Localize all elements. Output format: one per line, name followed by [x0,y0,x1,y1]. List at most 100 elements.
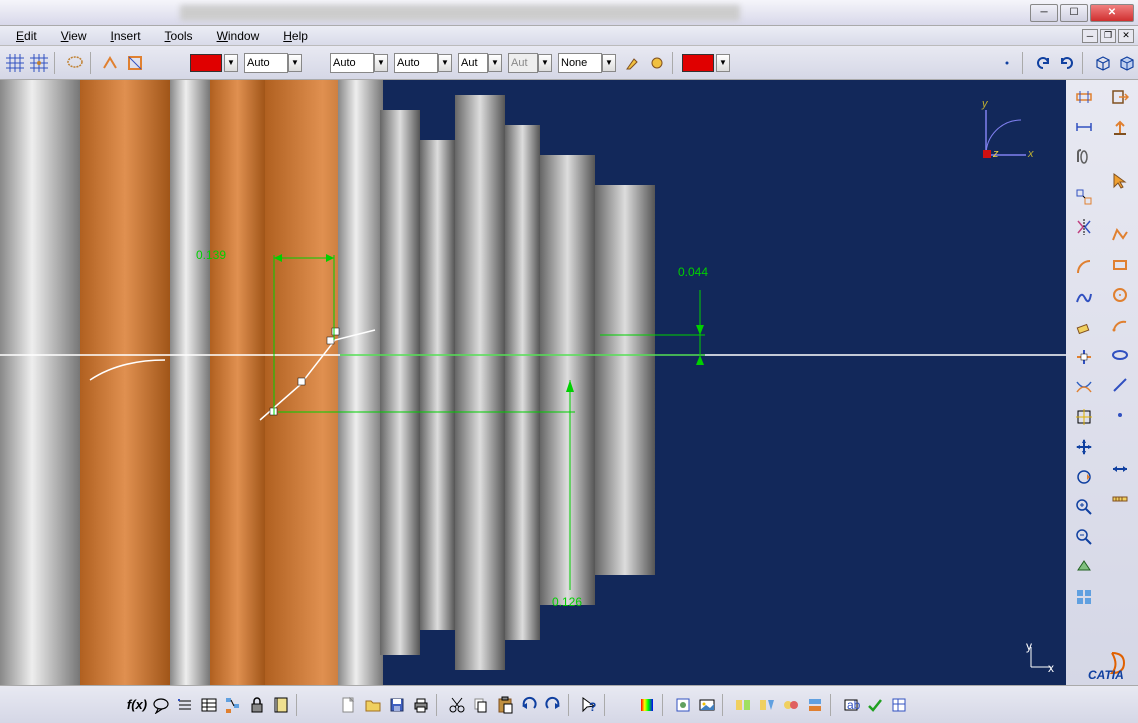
constraint-icon[interactable] [1071,84,1097,110]
dropdown-arrow-icon[interactable]: ▼ [716,54,730,72]
combo-input-3[interactable] [394,53,438,73]
combo-aut-5[interactable]: ▼ [508,53,552,73]
ellipse-icon[interactable] [1107,342,1133,368]
sheet-icon[interactable] [270,694,292,716]
help-icon[interactable]: ? [578,694,600,716]
doc-close-button[interactable]: ✕ [1118,29,1134,43]
redo2-icon[interactable] [542,694,564,716]
minimize-button[interactable]: ─ [1030,4,1058,22]
list-icon[interactable] [174,694,196,716]
tree-icon[interactable] [222,694,244,716]
dimension-icon[interactable] [1071,114,1097,140]
dropdown-arrow-icon[interactable]: ▼ [438,54,452,72]
symmetry-icon[interactable] [1071,214,1097,240]
point-icon[interactable] [996,52,1018,74]
measure-icon[interactable] [1107,486,1133,512]
menu-help[interactable]: Help [271,27,320,45]
dropdown-arrow-icon[interactable]: ▼ [538,54,552,72]
fx-icon[interactable]: f(x) [126,694,148,716]
save-icon[interactable] [386,694,408,716]
normal-view-icon[interactable] [1071,554,1097,580]
filter-1-icon[interactable] [732,694,754,716]
doc-minimize-button[interactable]: ─ [1082,29,1098,43]
undo-icon[interactable] [1032,52,1054,74]
zoom-in-icon[interactable] [1071,494,1097,520]
grid-snap-icon[interactable] [28,52,50,74]
table-icon[interactable] [198,694,220,716]
catalog-icon[interactable] [672,694,694,716]
dropdown-arrow-icon[interactable]: ▼ [288,54,302,72]
exit-icon[interactable] [1107,84,1133,110]
arc-icon[interactable] [1071,254,1097,280]
doc-restore-button[interactable]: ❐ [1100,29,1116,43]
close-button[interactable]: ✕ [1090,4,1134,22]
combo-auto-1[interactable]: ▼ [244,53,302,73]
dropdown-arrow-icon[interactable]: ▼ [224,54,238,72]
menu-tools[interactable]: Tools [153,27,205,45]
combo-input-4[interactable] [458,53,488,73]
combo-input-6[interactable] [558,53,602,73]
color-picker-2[interactable]: ▼ [682,54,730,72]
rectangle-icon[interactable] [1107,252,1133,278]
point2-icon[interactable] [1107,402,1133,428]
cube-shade-icon[interactable] [1116,52,1138,74]
menu-insert[interactable]: Insert [99,27,153,45]
circle-icon[interactable] [1107,282,1133,308]
new-icon[interactable] [338,694,360,716]
dimension-label-3[interactable]: 0.126 [552,595,582,609]
line-icon[interactable] [1107,372,1133,398]
filter-2-icon[interactable] [756,694,778,716]
open-icon[interactable] [362,694,384,716]
paste-icon[interactable] [494,694,516,716]
maximize-button[interactable]: ☐ [1060,4,1088,22]
rotate-icon[interactable] [1071,464,1097,490]
pan-icon[interactable] [1071,434,1097,460]
lock-icon[interactable] [246,694,268,716]
spline-icon[interactable] [1071,284,1097,310]
transform-icon[interactable] [1071,184,1097,210]
dimension-label-2[interactable]: 0.044 [678,265,708,279]
color-picker-1[interactable]: ▼ [190,54,238,72]
print-icon[interactable] [410,694,432,716]
select-icon[interactable] [1107,168,1133,194]
multi-view-icon[interactable] [1071,584,1097,610]
image-icon[interactable] [696,694,718,716]
dropdown-arrow-icon[interactable]: ▼ [602,54,616,72]
material-icon[interactable] [636,694,658,716]
combo-auto-3[interactable]: ▼ [394,53,452,73]
brush-icon[interactable] [622,52,644,74]
check-3-icon[interactable] [888,694,910,716]
lasso-icon[interactable] [64,52,86,74]
filter-3-icon[interactable] [780,694,802,716]
sketch-tool-2-icon[interactable] [124,52,146,74]
check-2-icon[interactable] [864,694,886,716]
menu-window[interactable]: Window [205,27,272,45]
dimension-label-1[interactable]: 0.139 [196,248,226,262]
combo-input-2[interactable] [330,53,374,73]
cut-icon[interactable] [446,694,468,716]
eraser-icon[interactable] [1071,314,1097,340]
zoom-out-icon[interactable] [1071,524,1097,550]
combo-auto-2[interactable]: ▼ [330,53,388,73]
menu-view[interactable]: View [49,27,99,45]
sketch-tool-1-icon[interactable] [100,52,122,74]
grid-icon[interactable] [4,52,26,74]
copy-icon[interactable] [470,694,492,716]
combo-input-1[interactable] [244,53,288,73]
cube-wire-icon[interactable] [1092,52,1114,74]
clip-icon[interactable] [1071,144,1097,170]
trim-icon[interactable] [1071,344,1097,370]
horiz-icon[interactable] [1107,456,1133,482]
redo-icon[interactable] [1056,52,1078,74]
dropdown-arrow-icon[interactable]: ▼ [374,54,388,72]
arc2-icon[interactable] [1107,312,1133,338]
combo-none[interactable]: ▼ [558,53,616,73]
chat-icon[interactable] [150,694,172,716]
color-dot-icon[interactable] [646,52,668,74]
fit-icon[interactable] [1071,404,1097,430]
combo-aut-4[interactable]: ▼ [458,53,502,73]
filter-4-icon[interactable] [804,694,826,716]
check-1-icon[interactable]: ab [840,694,862,716]
export-icon[interactable] [1107,114,1133,140]
viewport[interactable]: 0.139 0.044 0.126 x y z x y [0,80,1066,685]
